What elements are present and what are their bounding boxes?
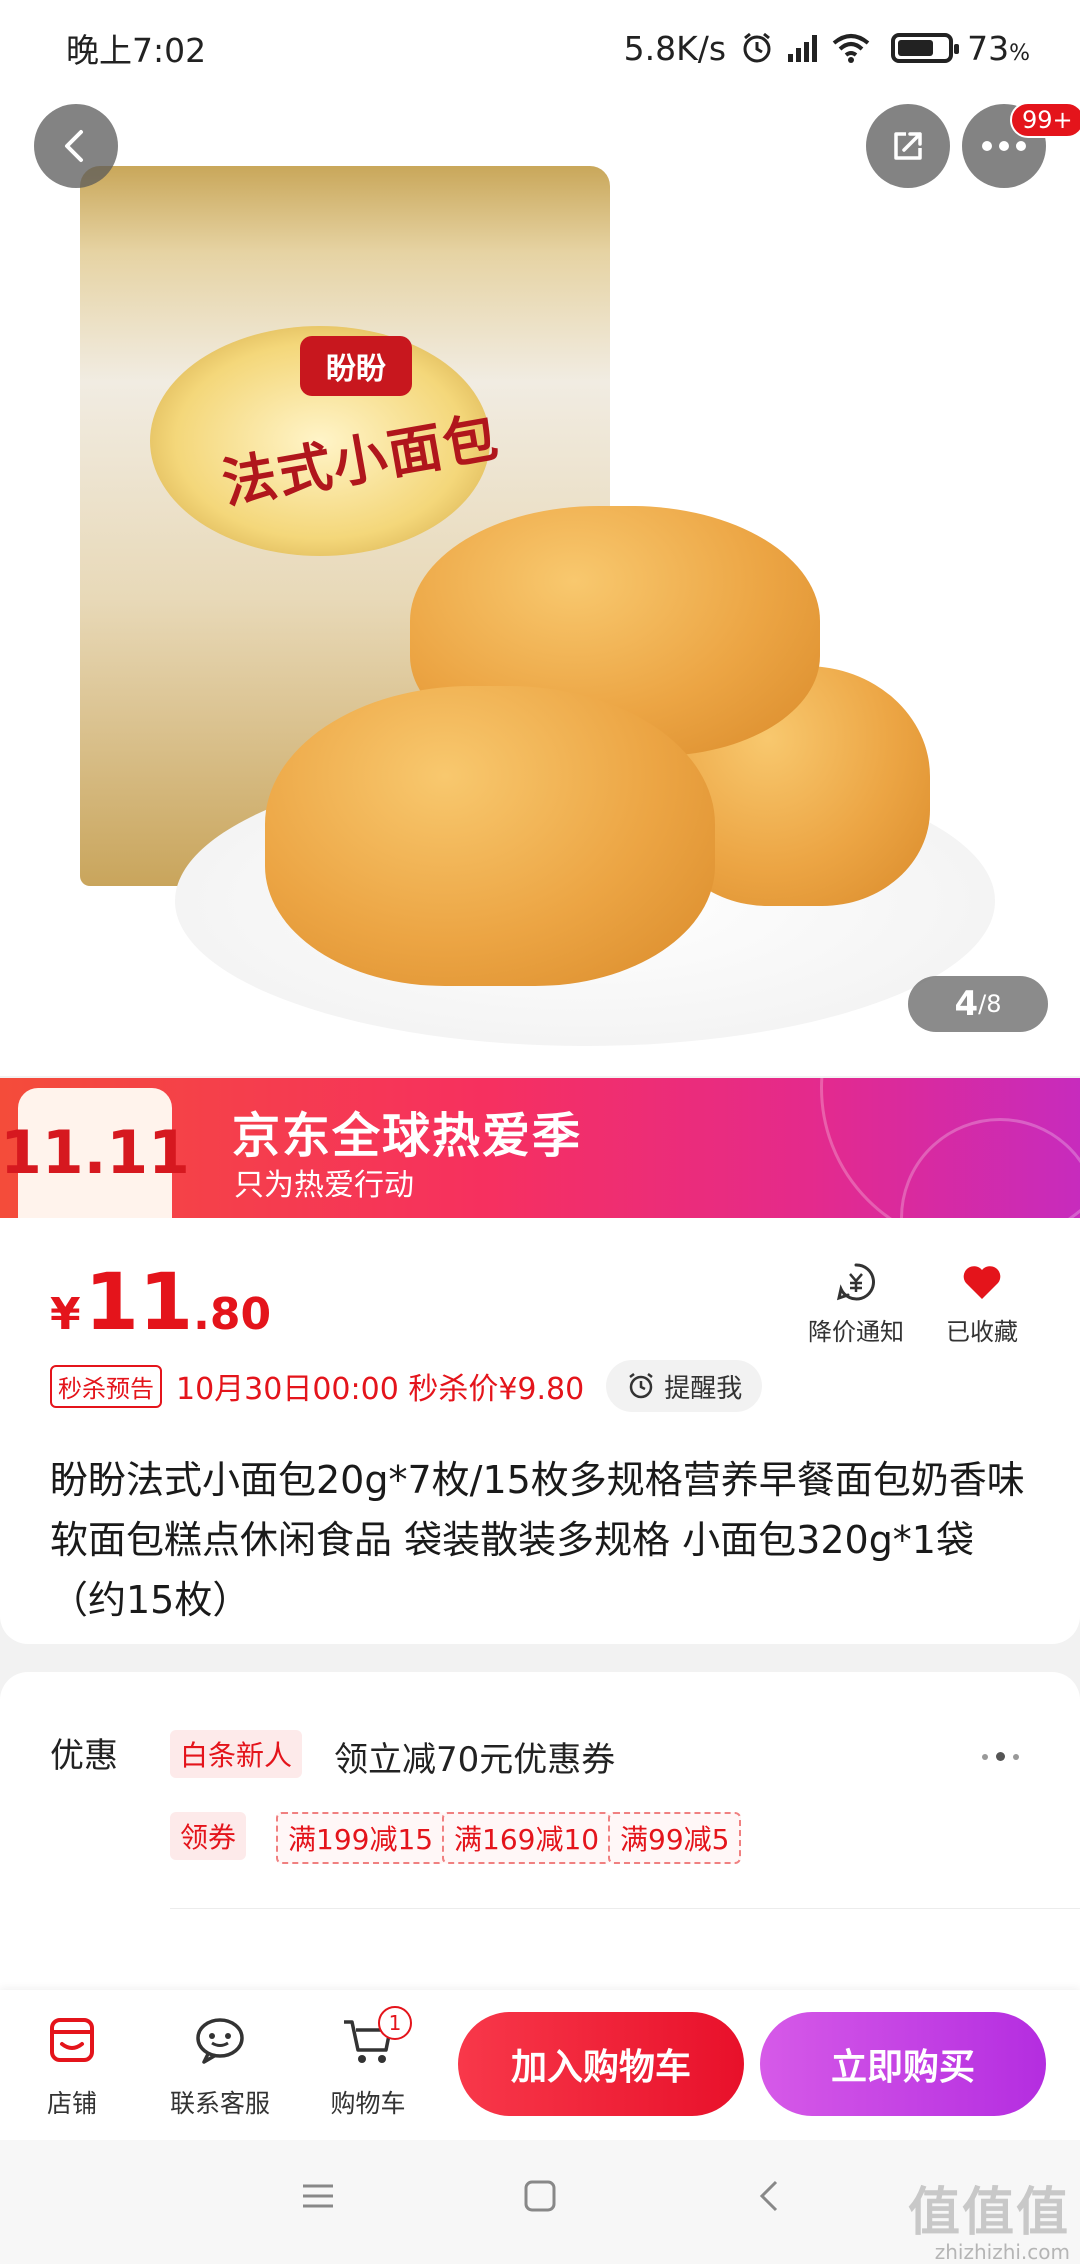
share-icon (894, 132, 922, 160)
add-to-cart-button[interactable]: 加入购物车 (458, 2012, 744, 2116)
bread-bun (265, 686, 715, 986)
back-button[interactable] (34, 104, 118, 188)
heart-icon (963, 1266, 1001, 1299)
status-icons: 5.8K/s 73% (624, 29, 1030, 68)
back-icon[interactable] (752, 2178, 788, 2214)
promo-text: 领立减70元优惠券 (334, 1740, 616, 1780)
promo-banner[interactable]: 11.11 京东全球热爱季 只为热爱行动 (0, 1078, 1080, 1218)
yuan-bell-icon (836, 1263, 875, 1301)
cart-button[interactable]: 购物车 1 (298, 2006, 438, 2120)
double-eleven-logo: 11.11 (0, 1088, 190, 1218)
watermark-url: zhizhizhi.com (934, 2240, 1070, 2264)
share-button[interactable] (866, 104, 950, 188)
price-section: ¥11.80 降价通知 已收藏 秒杀预告 10月30日00:00 秒杀价¥9.8… (0, 1218, 1080, 1644)
alarm-icon (743, 32, 771, 63)
store-icon (50, 2018, 94, 2062)
banner-title: 京东全球热爱季 (232, 1108, 583, 1164)
promotions-section[interactable]: 优惠 白条新人 领立减70元优惠券 领券 满199减15 满169减10 满99… (0, 1672, 1080, 2012)
image-page-indicator: 4/8 (908, 976, 1048, 1032)
battery-percent: 73% (967, 28, 1030, 68)
watermark-logo: 值值值 (907, 2183, 1070, 2243)
message-count-badge: 99+ (1010, 102, 1080, 138)
network-speed: 5.8K/s (623, 28, 727, 68)
brand-logo: 盼盼 (300, 336, 412, 396)
customer-service-button[interactable]: 联系客服 (150, 2012, 290, 2120)
flash-sale-tag: 秒杀预告 (50, 1364, 162, 1408)
buy-now-button[interactable]: 立即购买 (760, 2012, 1046, 2116)
divider (170, 1908, 1080, 1909)
remind-me-button[interactable]: 提醒我 (606, 1360, 763, 1412)
battery-icon (891, 33, 960, 63)
coupon-chip[interactable]: 满199减15 (276, 1812, 446, 1864)
claim-coupon-tag[interactable]: 领券 (170, 1812, 247, 1860)
menu-icon[interactable] (300, 2178, 336, 2214)
banner-subtitle: 只为热爱行动 (234, 1168, 414, 1203)
more-dots-icon[interactable] (982, 1752, 1019, 1761)
flash-sale-text: 10月30日00:00 秒杀价¥9.80 (176, 1372, 585, 1407)
wifi-icon (832, 34, 870, 63)
status-time: 晚上7:02 (66, 31, 207, 70)
product-title: 盼盼法式小面包20g*7枚/15枚多规格营养早餐面包奶香味软面包糕点休闲食品 袋… (50, 1458, 1025, 1622)
status-bar: 晚上7:02 5.8K/s 73% (0, 0, 1080, 96)
home-icon[interactable] (522, 2178, 558, 2214)
price-drop-notify-button[interactable]: 降价通知 (796, 1260, 916, 1347)
promo-label: 优惠 (50, 1736, 118, 1776)
product-image-gallery[interactable]: 盼盼 法式小面包 99+ 4/8 (0, 96, 1080, 1076)
bottom-action-bar: 店铺 联系客服 购物车 1 加入购物车 立即购买 (0, 1990, 1080, 2140)
product-price: ¥11.80 (50, 1258, 272, 1348)
chat-icon (196, 2018, 244, 2064)
favorite-button[interactable]: 已收藏 (922, 1260, 1042, 1347)
chevron-left-icon (65, 130, 83, 162)
flash-sale-preview: 秒杀预告 10月30日00:00 秒杀价¥9.80 提醒我 (50, 1360, 763, 1412)
coupon-chip[interactable]: 满99减5 (608, 1812, 742, 1864)
coupon-chip[interactable]: 满169减10 (442, 1812, 612, 1864)
more-dots-icon (982, 141, 1026, 151)
alarm-clock-icon (629, 1373, 653, 1399)
baitiao-new-user-tag: 白条新人 (170, 1730, 303, 1778)
cart-count-badge: 1 (378, 2006, 412, 2040)
watermark: 值值值 zhizhizhi.com (908, 2186, 1070, 2264)
signal-icon (788, 34, 818, 62)
store-button[interactable]: 店铺 (2, 2012, 142, 2120)
